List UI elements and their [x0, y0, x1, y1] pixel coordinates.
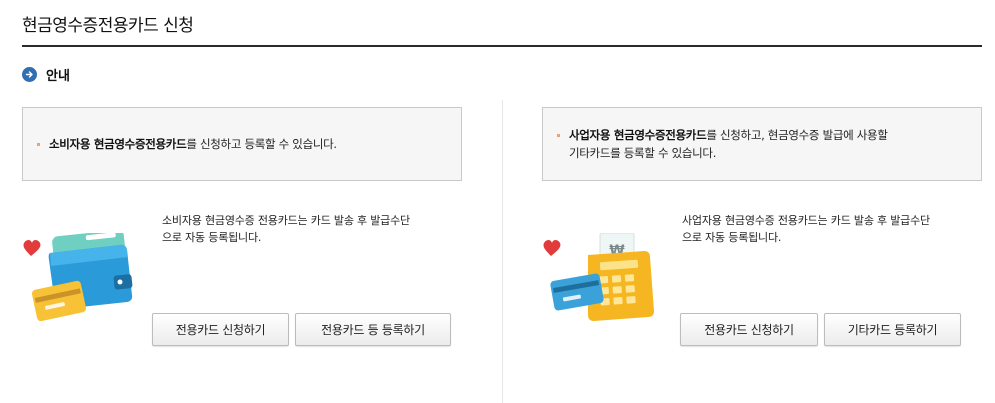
page-title: 현금영수증전용카드 신청: [22, 16, 194, 36]
consumer-register-button[interactable]: 전용카드 등 등록하기: [295, 313, 451, 346]
bullet-icon: [557, 134, 560, 137]
section-header: 안내: [22, 65, 70, 84]
business-desc-line2: 으로 자동 등록됩니다.: [682, 231, 782, 244]
arrow-circle-icon: [22, 67, 37, 82]
business-info-text: 를 신청하고, 현금영수증 발급에 사용할: [706, 128, 888, 142]
section-label: 안내: [46, 69, 70, 84]
business-info-bold: 사업자용 현금영수증전용카드: [569, 128, 707, 142]
heart-icon: [543, 240, 561, 256]
consumer-description: 소비자용 현금영수증 전용카드는 카드 발송 후 발급수단 으로 자동 등록됩니…: [162, 212, 472, 246]
bullet-icon: [37, 143, 40, 146]
business-card-panel: 사업자용 현금영수증전용카드를 신청하고, 현금영수증 발급에 사용할 기타카드…: [542, 107, 982, 346]
business-description: 사업자용 현금영수증 전용카드는 카드 발송 후 발급수단 으로 자동 등록됩니…: [682, 212, 992, 246]
business-info-box: 사업자용 현금영수증전용카드를 신청하고, 현금영수증 발급에 사용할 기타카드…: [542, 107, 982, 181]
business-desc-line1: 사업자용 현금영수증 전용카드는 카드 발송 후 발급수단: [682, 214, 930, 227]
heart-icon: [23, 240, 41, 256]
consumer-info-box: 소비자용 현금영수증전용카드를 신청하고 등록할 수 있습니다.: [22, 107, 462, 181]
business-apply-button[interactable]: 전용카드 신청하기: [680, 313, 818, 346]
column-divider: [502, 100, 503, 403]
consumer-apply-button[interactable]: 전용카드 신청하기: [152, 313, 289, 346]
consumer-info-text: 를 신청하고 등록할 수 있습니다.: [186, 137, 337, 151]
receipt-machine-illustration: ₩: [542, 232, 662, 325]
consumer-desc-line2: 으로 자동 등록됩니다.: [162, 231, 262, 244]
business-info-line2: 기타카드를 등록할 수 있습니다.: [569, 146, 717, 160]
other-card-register-button[interactable]: 기타카드 등록하기: [824, 313, 961, 346]
title-divider: [22, 45, 982, 47]
consumer-card-panel: 소비자용 현금영수증전용카드를 신청하고 등록할 수 있습니다. 소비자용 현금…: [22, 107, 462, 346]
consumer-info-bold: 소비자용 현금영수증전용카드: [49, 137, 187, 151]
consumer-desc-line1: 소비자용 현금영수증 전용카드는 카드 발송 후 발급수단: [162, 214, 410, 227]
wallet-card-illustration: [22, 229, 152, 325]
